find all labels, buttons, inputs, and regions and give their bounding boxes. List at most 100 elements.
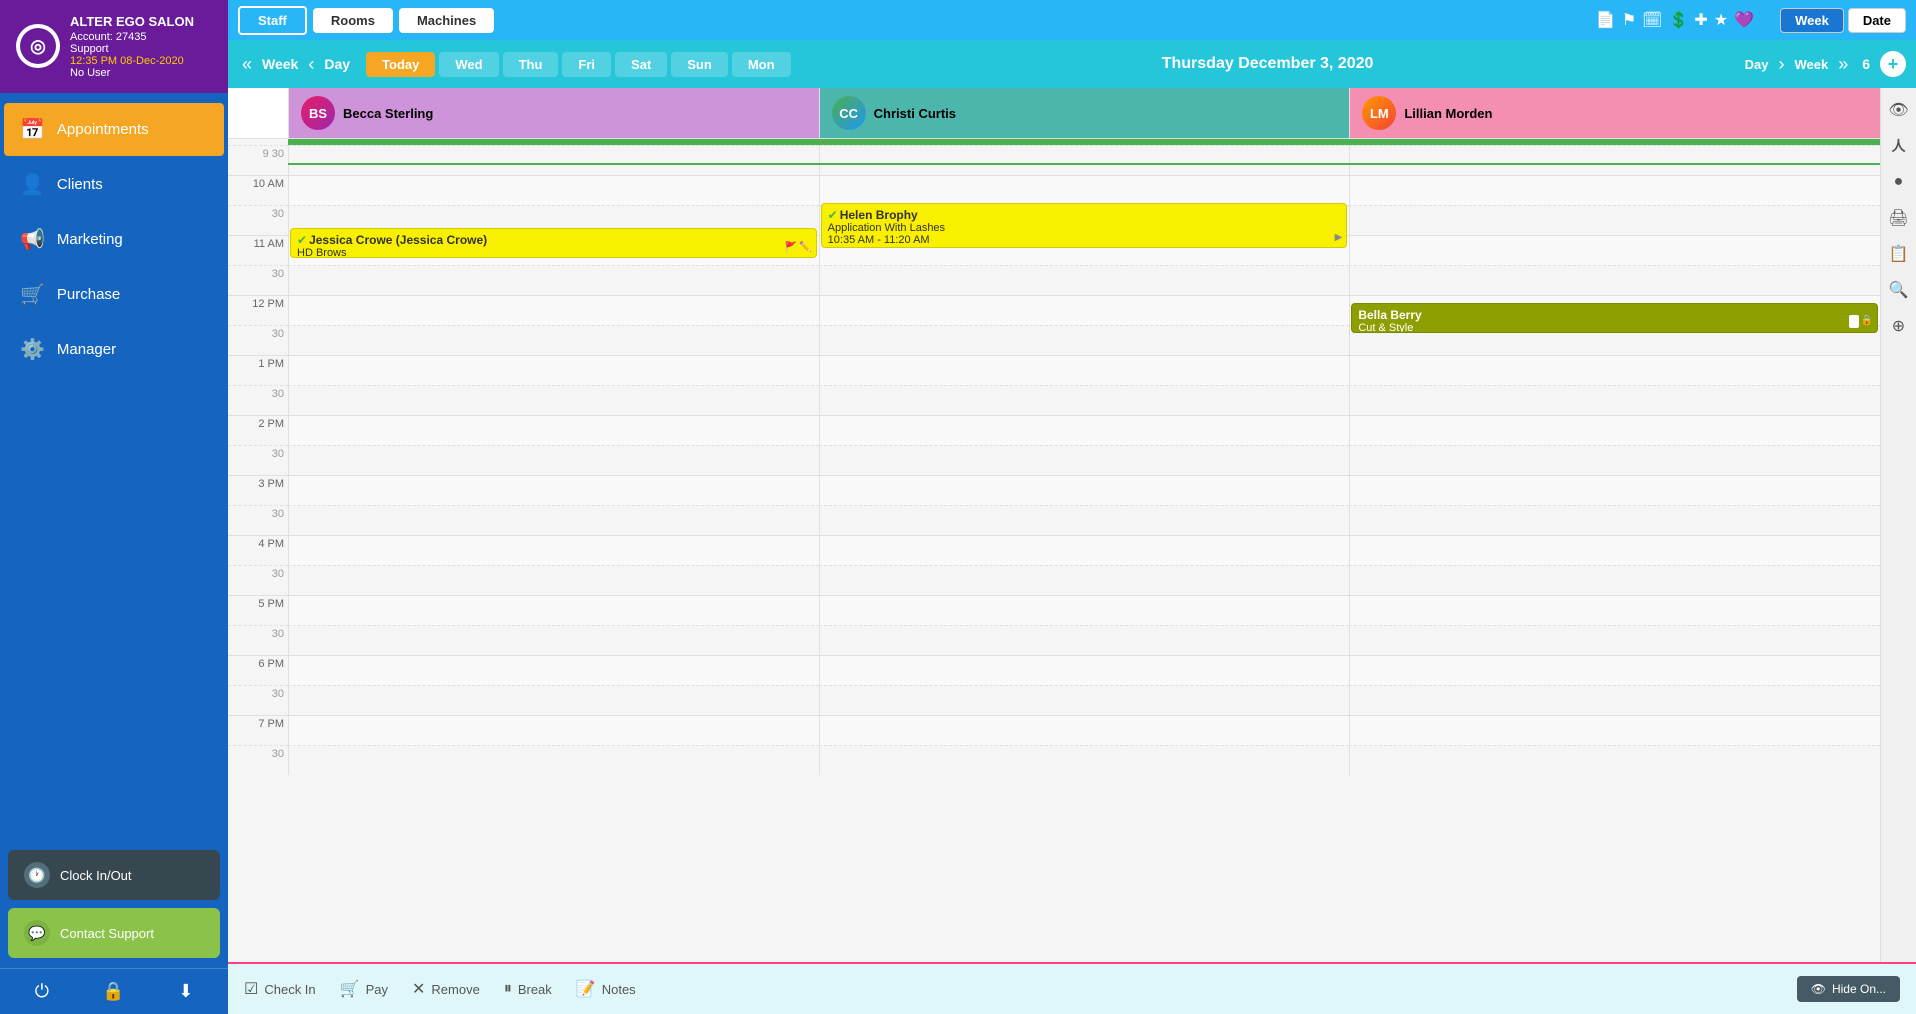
time-cell-2-2[interactable]	[1349, 205, 1880, 235]
time-cell-12-1[interactable]	[819, 505, 1350, 535]
add-button[interactable]: +	[1880, 51, 1906, 77]
time-cell-12-2[interactable]	[1349, 505, 1880, 535]
doc-icon[interactable]: 📄	[1596, 10, 1616, 30]
time-cell-3-2[interactable]	[1349, 235, 1880, 265]
time-cell-17-1[interactable]	[819, 655, 1350, 685]
tab-rooms[interactable]: Rooms	[313, 8, 393, 33]
clock-inout-button[interactable]: 🕐 Clock In/Out	[8, 850, 220, 900]
time-cell-20-2[interactable]	[1349, 745, 1880, 775]
time-cell-18-2[interactable]	[1349, 685, 1880, 715]
sidebar-item-manager[interactable]: ⚙️ Manager	[4, 323, 224, 376]
next-day-button[interactable]: ›	[1774, 52, 1788, 77]
time-cell-19-0[interactable]	[288, 715, 819, 745]
mon-tab[interactable]: Mon	[732, 52, 791, 77]
power-icon[interactable]: ⏻	[35, 981, 49, 1002]
time-cell-18-1[interactable]	[819, 685, 1350, 715]
tab-staff[interactable]: Staff	[238, 6, 307, 35]
time-cell-14-1[interactable]	[819, 565, 1350, 595]
contact-support-button[interactable]: 💬 Contact Support	[8, 908, 220, 958]
sidebar-item-marketing[interactable]: 📢 Marketing	[4, 213, 224, 266]
clipboard-icon[interactable]: 📋	[1885, 240, 1913, 268]
print-icon[interactable]: 🖨	[1885, 204, 1913, 232]
star-icon[interactable]: ★	[1714, 10, 1728, 30]
next-week-button[interactable]: »	[1834, 52, 1852, 77]
appointment-0[interactable]: ✔Jessica Crowe (Jessica Crowe)HD Brows🚩✏…	[290, 228, 817, 258]
time-cell-4-1[interactable]	[819, 265, 1350, 295]
time-cell-6-0[interactable]	[288, 325, 819, 355]
time-cell-4-0[interactable]	[288, 265, 819, 295]
right-week-button[interactable]: Week	[1794, 57, 1828, 72]
wed-tab[interactable]: Wed	[439, 52, 498, 77]
time-cell-16-1[interactable]	[819, 625, 1350, 655]
notes-button[interactable]: 📝 Notes	[576, 979, 636, 999]
lock-icon[interactable]: 🔒	[102, 981, 124, 1002]
time-cell-13-2[interactable]	[1349, 535, 1880, 565]
time-cell-12-0[interactable]	[288, 505, 819, 535]
zoom-out-icon[interactable]: 🔍	[1885, 276, 1913, 304]
fri-tab[interactable]: Fri	[562, 52, 611, 77]
flag-icon[interactable]: ⚑	[1622, 10, 1636, 30]
circle-icon[interactable]: ●	[1885, 168, 1913, 196]
time-cell-9-2[interactable]	[1349, 415, 1880, 445]
time-cell-19-1[interactable]	[819, 715, 1350, 745]
time-cell-7-2[interactable]	[1349, 355, 1880, 385]
time-cell-4-2[interactable]	[1349, 265, 1880, 295]
thu-tab[interactable]: Thu	[503, 52, 559, 77]
time-cell-17-0[interactable]	[288, 655, 819, 685]
zoom-in-icon[interactable]: ⊕	[1885, 312, 1913, 340]
time-cell-8-2[interactable]	[1349, 385, 1880, 415]
prev-week-button[interactable]: «	[238, 52, 256, 77]
people-icon[interactable]: 人	[1885, 132, 1913, 160]
hide-online-button[interactable]: 👁 Hide On...	[1797, 976, 1900, 1002]
pay-button[interactable]: 🛒 Pay	[340, 979, 388, 999]
time-cell-11-2[interactable]	[1349, 475, 1880, 505]
date-view-button[interactable]: Date	[1848, 8, 1906, 33]
time-cell-1-1[interactable]	[819, 175, 1350, 205]
time-cell-5-1[interactable]	[819, 295, 1350, 325]
time-cell-8-1[interactable]	[819, 385, 1350, 415]
time-cell-11-1[interactable]	[819, 475, 1350, 505]
time-cell-7-1[interactable]	[819, 355, 1350, 385]
appointment-1[interactable]: ✔Helen BrophyApplication With Lashes10:3…	[821, 203, 1348, 248]
today-tab[interactable]: Today	[366, 52, 435, 77]
time-cell-10-2[interactable]	[1349, 445, 1880, 475]
time-cell-18-0[interactable]	[288, 685, 819, 715]
visibility-icon[interactable]: 👁	[1885, 96, 1913, 124]
time-cell-1-0[interactable]	[288, 175, 819, 205]
time-cell-16-2[interactable]	[1349, 625, 1880, 655]
right-day-button[interactable]: Day	[1745, 57, 1769, 72]
time-cell-10-1[interactable]	[819, 445, 1350, 475]
dollar-icon[interactable]: 💲	[1668, 10, 1688, 30]
time-cell-14-2[interactable]	[1349, 565, 1880, 595]
cal-icon[interactable]: 🗓	[1642, 10, 1662, 30]
time-cell-13-0[interactable]	[288, 535, 819, 565]
calendar-grid[interactable]: BS Becca Sterling CC Christi Curtis LM L…	[228, 88, 1880, 962]
time-cell-17-2[interactable]	[1349, 655, 1880, 685]
time-cell-0-1[interactable]	[819, 145, 1350, 175]
time-cell-15-1[interactable]	[819, 595, 1350, 625]
time-cell-14-0[interactable]	[288, 565, 819, 595]
tab-machines[interactable]: Machines	[399, 8, 494, 33]
remove-button[interactable]: ✕ Remove	[412, 979, 480, 999]
time-cell-1-2[interactable]	[1349, 175, 1880, 205]
sidebar-item-purchase[interactable]: 🛒 Purchase	[4, 268, 224, 321]
time-cell-20-0[interactable]	[288, 745, 819, 775]
time-cell-13-1[interactable]	[819, 535, 1350, 565]
plus-icon[interactable]: ✚	[1694, 10, 1707, 30]
time-cell-20-1[interactable]	[819, 745, 1350, 775]
time-cell-9-0[interactable]	[288, 415, 819, 445]
sidebar-item-clients[interactable]: 👤 Clients	[4, 158, 224, 211]
sidebar-item-appointments[interactable]: 📅 Appointments	[4, 103, 224, 156]
download-icon[interactable]: ⬇	[178, 981, 193, 1002]
time-cell-15-0[interactable]	[288, 595, 819, 625]
time-cell-16-0[interactable]	[288, 625, 819, 655]
appointment-2[interactable]: Bella BerryCut & Style$🔒	[1351, 303, 1878, 333]
time-cell-7-0[interactable]	[288, 355, 819, 385]
sat-tab[interactable]: Sat	[615, 52, 667, 77]
time-cell-10-0[interactable]	[288, 445, 819, 475]
time-cell-0-2[interactable]	[1349, 145, 1880, 175]
time-cell-8-0[interactable]	[288, 385, 819, 415]
check-in-button[interactable]: ☑ Check In	[244, 979, 316, 999]
sun-tab[interactable]: Sun	[671, 52, 728, 77]
break-button[interactable]: ⏸ Break	[504, 980, 552, 998]
